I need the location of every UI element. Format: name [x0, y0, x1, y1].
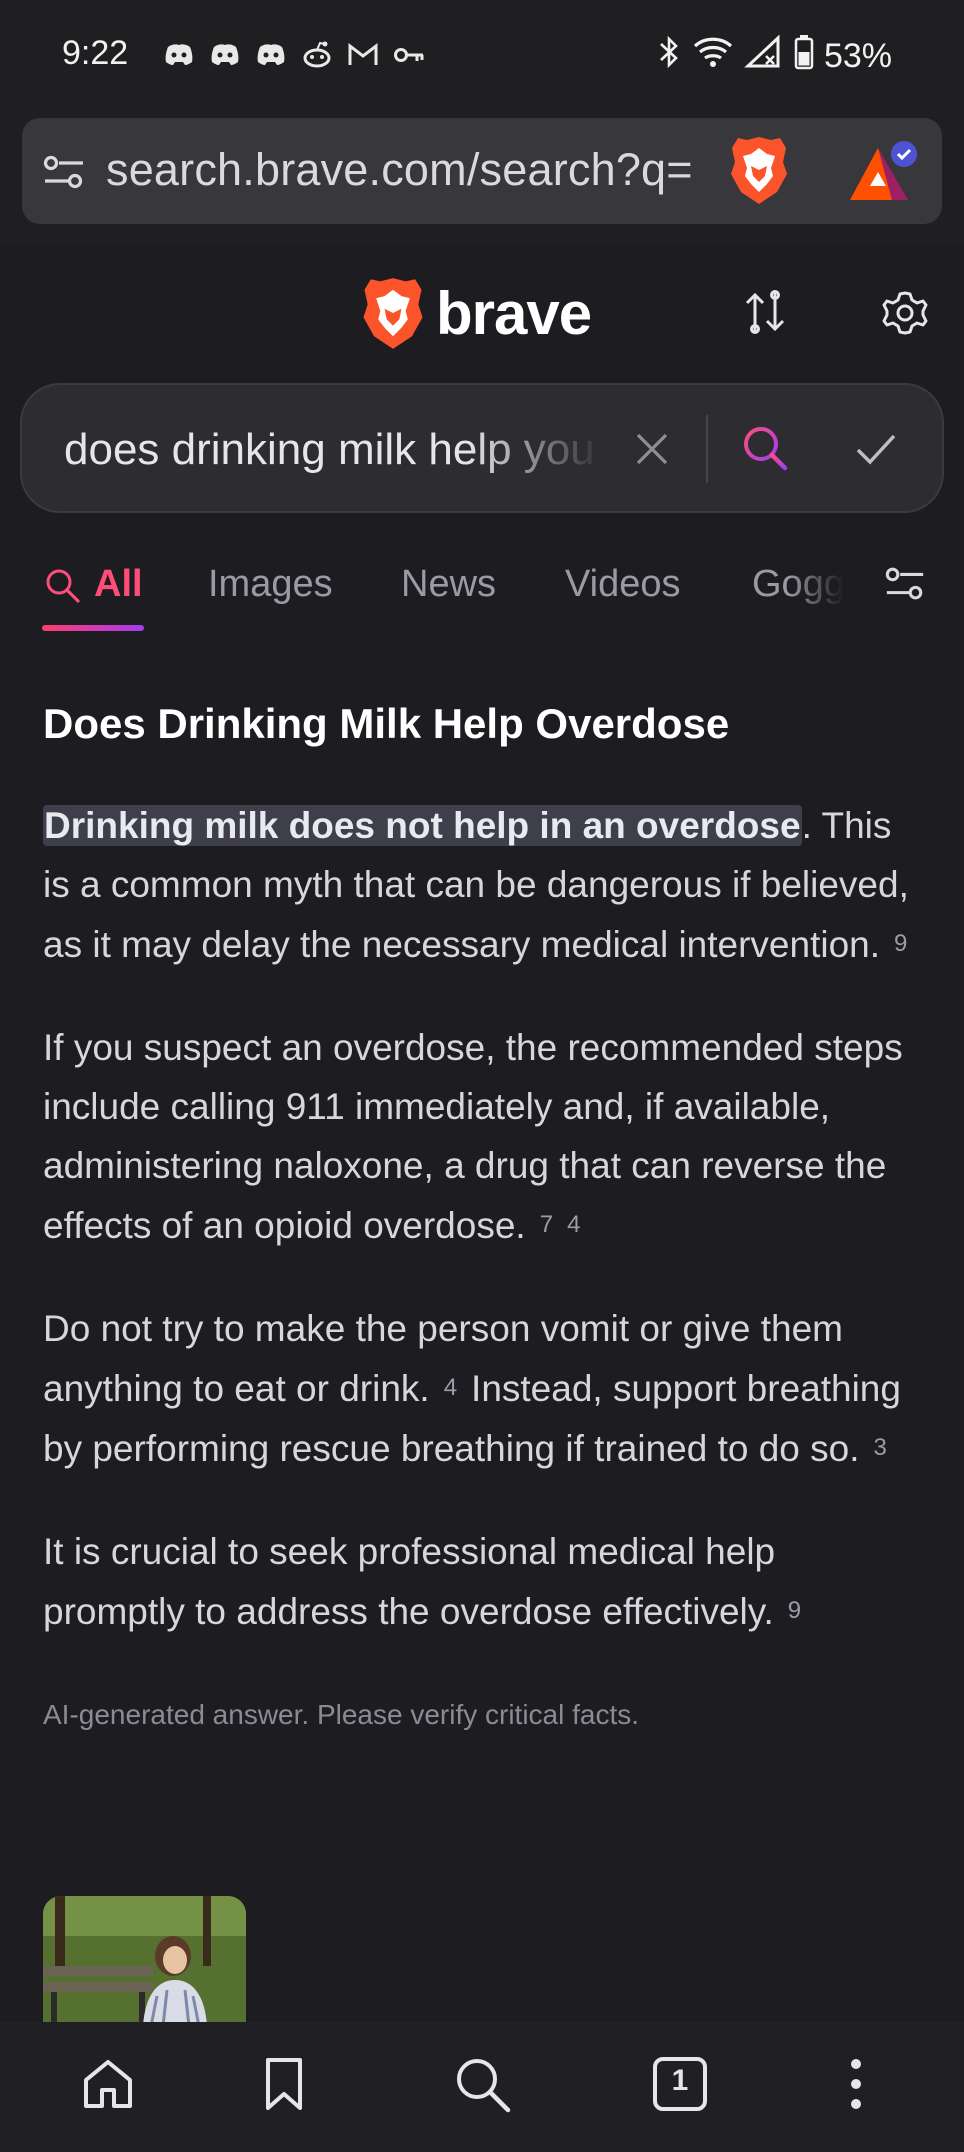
- answer-text: If you suspect an overdose, the recommen…: [43, 1027, 903, 1246]
- home-icon[interactable]: [78, 2054, 138, 2114]
- signal-icon: [744, 34, 784, 79]
- battery-percent: 53%: [823, 37, 892, 75]
- notification-icons: [162, 38, 426, 72]
- answer-text: . This: [801, 805, 892, 846]
- search-header: brave: [0, 245, 964, 375]
- bookmark-icon[interactable]: [254, 2054, 314, 2114]
- search-tabs: All Images News Videos Goggles: [0, 545, 964, 635]
- search-input[interactable]: does drinking milk help you overdose: [64, 425, 604, 475]
- sort-icon[interactable]: [742, 289, 788, 335]
- brave-shields-icon[interactable]: [728, 134, 790, 206]
- bottom-navigation: 1: [0, 2022, 964, 2152]
- tab-all[interactable]: All: [44, 563, 143, 606]
- reddit-icon: [300, 38, 334, 72]
- answer-title: Does Drinking Milk Help Overdose: [43, 700, 730, 747]
- search-divider: [706, 415, 708, 483]
- brave-lion-icon: [363, 278, 423, 349]
- answer-paragraph: Do not try to make the person vomit or g…: [43, 1299, 923, 1478]
- search-box[interactable]: does drinking milk help you overdose: [20, 383, 944, 513]
- tab-goggles[interactable]: Goggles: [752, 563, 844, 606]
- status-time: 9:22: [62, 34, 129, 72]
- url-text[interactable]: search.brave.com/search?q=: [106, 144, 693, 196]
- battery-icon: [794, 34, 814, 79]
- discord-icon: [162, 38, 196, 72]
- brave-rewards-icon[interactable]: [848, 138, 920, 204]
- citation-link[interactable]: 4: [444, 1374, 457, 1401]
- site-settings-icon[interactable]: [42, 150, 86, 194]
- search-icon: [46, 569, 80, 603]
- answer-text: It is crucial to seek professional medic…: [43, 1531, 776, 1632]
- discord-icon: [254, 38, 288, 72]
- citation-link[interactable]: 7: [540, 1211, 553, 1238]
- key-icon: [392, 38, 426, 72]
- discord-icon: [208, 38, 242, 72]
- system-status: 53%: [656, 34, 892, 79]
- citation-link[interactable]: 9: [788, 1597, 801, 1624]
- search-icon[interactable]: [740, 423, 790, 473]
- answer-paragraph: Drinking milk does not help in an overdo…: [43, 796, 923, 974]
- gmail-icon: [346, 38, 380, 72]
- tab-videos[interactable]: Videos: [565, 563, 681, 606]
- ai-answer: Does Drinking Milk Help Overdose Drinkin…: [43, 700, 923, 1731]
- active-tab-indicator: [42, 625, 144, 631]
- citation-link[interactable]: 9: [894, 930, 907, 957]
- browser-toolbar: search.brave.com/search?q=: [0, 112, 964, 245]
- answer-paragraph: If you suspect an overdose, the recommen…: [43, 1018, 923, 1255]
- checkmark-icon[interactable]: [854, 427, 898, 471]
- settings-gear-icon[interactable]: [881, 289, 929, 337]
- tab-news[interactable]: News: [401, 563, 496, 606]
- tab-count: 1: [671, 2064, 689, 2097]
- more-menu-icon[interactable]: [826, 2054, 886, 2114]
- answer-text: is a common myth that can be dangerous i…: [43, 864, 909, 965]
- search-icon[interactable]: [452, 2054, 512, 2114]
- tab-images[interactable]: Images: [208, 563, 333, 606]
- result-thumbnail[interactable]: [43, 1896, 246, 2026]
- ai-disclaimer: AI-generated answer. Please verify criti…: [43, 1699, 640, 1730]
- tabs-button[interactable]: 1: [650, 2054, 710, 2114]
- brave-logo[interactable]: brave: [360, 275, 592, 351]
- citation-link[interactable]: 3: [874, 1434, 887, 1461]
- bluetooth-icon: [656, 34, 682, 79]
- address-bar[interactable]: search.brave.com/search?q=: [22, 118, 942, 224]
- tab-all-label: All: [94, 563, 143, 605]
- brave-wordmark: brave: [436, 279, 592, 347]
- clear-search-icon[interactable]: [632, 429, 672, 469]
- highlighted-answer: Drinking milk does not help in an overdo…: [43, 805, 802, 846]
- filter-icon[interactable]: [884, 563, 926, 605]
- answer-paragraph: It is crucial to seek professional medic…: [43, 1522, 923, 1641]
- wifi-icon: [692, 34, 734, 79]
- status-bar: 9:22 53%: [0, 0, 964, 112]
- citation-link[interactable]: 4: [567, 1211, 580, 1238]
